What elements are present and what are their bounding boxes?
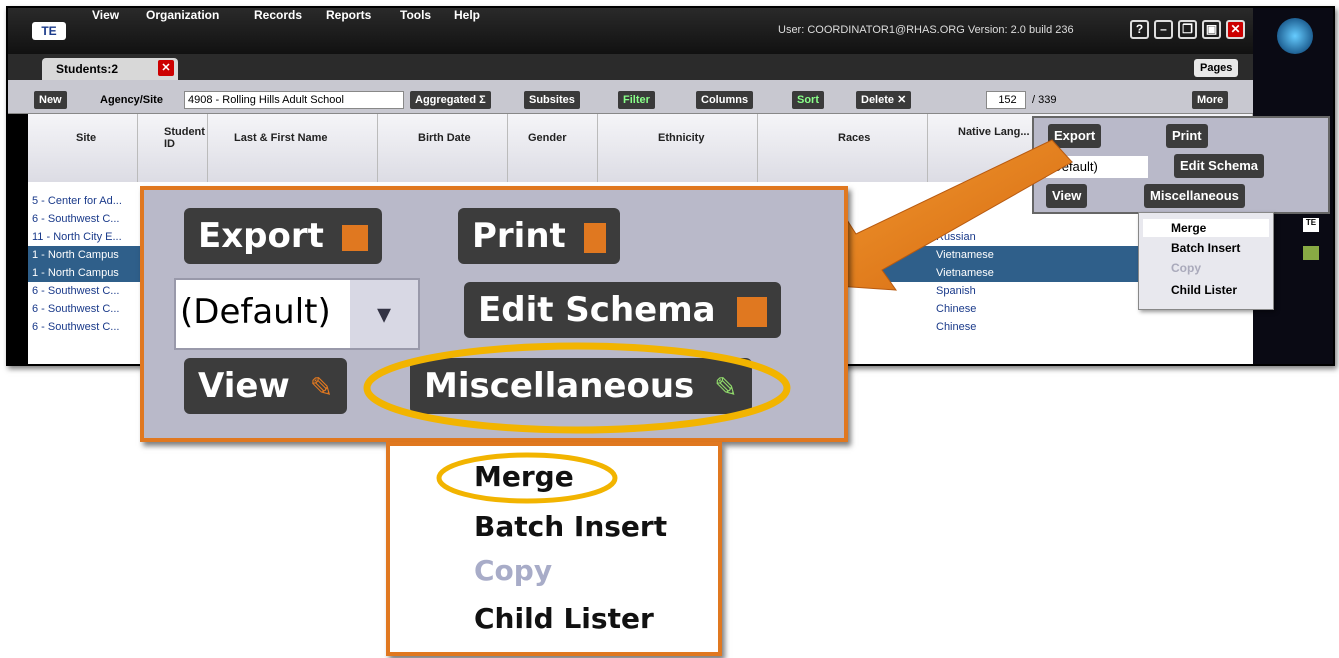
save-icon	[737, 296, 768, 327]
view-button[interactable]: View ✎	[184, 358, 348, 414]
merge-highlight-ring	[436, 452, 618, 504]
export-button[interactable]: Export	[184, 208, 382, 264]
pencil-icon: ✎	[309, 371, 334, 404]
edit-schema-button[interactable]: Edit Schema	[464, 282, 782, 338]
zoom-callout: Export Print (Default) ▾ Edit Schema Vie…	[140, 186, 848, 442]
misc-menu: Merge Batch Insert Copy Child Lister	[386, 442, 722, 656]
print-icon	[583, 222, 606, 253]
print-button[interactable]: Print	[458, 208, 620, 264]
menu-item-batch-insert[interactable]: Batch Insert	[474, 510, 667, 543]
menu-item-copy: Copy	[474, 554, 553, 587]
dropdown-arrow-icon[interactable]: ▾	[350, 280, 418, 348]
export-icon	[341, 224, 368, 251]
highlight-ring	[363, 342, 791, 434]
menu-item-child-lister[interactable]: Child Lister	[474, 602, 654, 635]
